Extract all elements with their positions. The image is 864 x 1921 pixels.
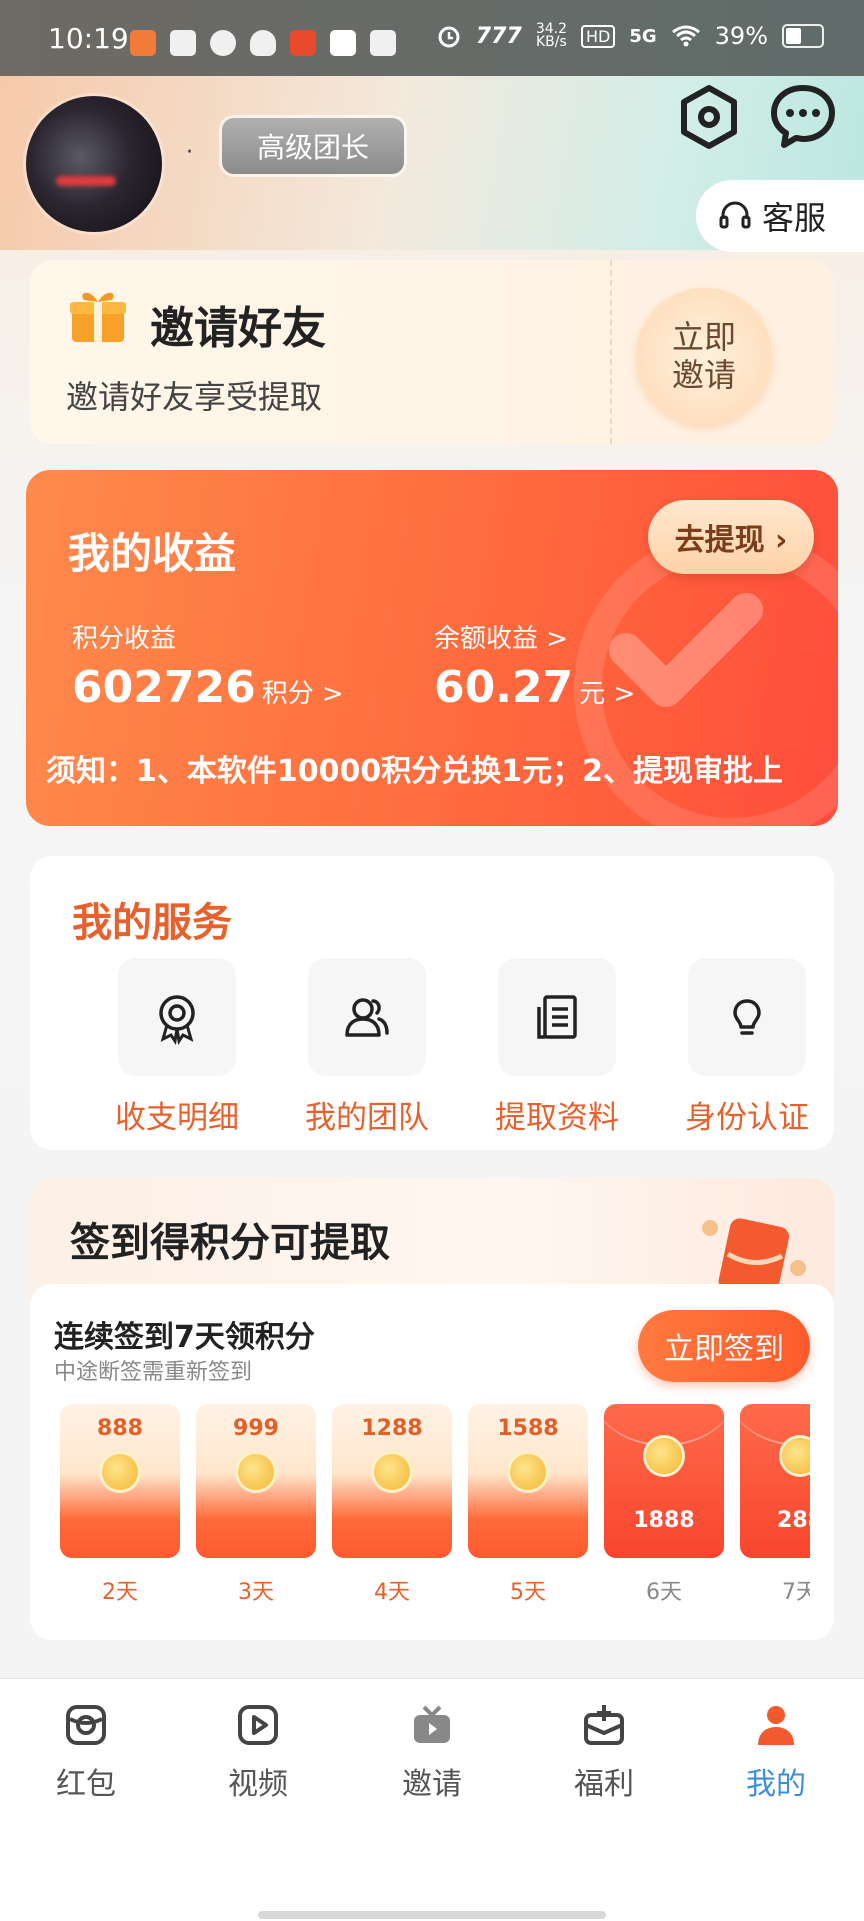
status-time: 10:19	[48, 22, 129, 55]
video-icon	[238, 1705, 278, 1745]
wechat-icon	[210, 30, 236, 56]
signin-day[interactable]: 999 3天	[196, 1404, 316, 1606]
checkmark-icon	[609, 593, 763, 707]
points-value-link[interactable]: 602726 积分 >	[72, 662, 344, 713]
headset-icon	[719, 201, 751, 229]
service-income-details[interactable]: 收支明细	[82, 958, 272, 1137]
signin-day[interactable]: 1888 6天	[604, 1404, 724, 1606]
balance-unit: 元 >	[579, 679, 636, 709]
shop-icon	[290, 30, 316, 56]
nav-video[interactable]: 视频	[198, 1701, 318, 1803]
signin-day[interactable]: 288 7天	[740, 1404, 810, 1606]
points-unit: 积分 >	[261, 679, 344, 709]
lightbulb-icon	[733, 999, 761, 1035]
gift-box-icon	[584, 1705, 624, 1745]
alarm-icon	[438, 26, 460, 48]
signin-now-button[interactable]: 立即签到	[638, 1310, 810, 1382]
nav-welfare[interactable]: 福利	[544, 1701, 664, 1803]
invite-card[interactable]: 邀请好友 邀请好友享受提取 立即 邀请	[30, 260, 834, 444]
nav-red-packet[interactable]: 红包	[26, 1701, 146, 1803]
battery-percent: 39%	[714, 22, 768, 50]
coin-icon	[782, 1438, 810, 1474]
earnings-card: 我的收益 去提现 › 积分收益 余额收益 > 602726 积分 > 60.27 元…	[26, 470, 838, 826]
customer-service-label: 客服	[762, 199, 827, 237]
coin-icon	[510, 1454, 546, 1490]
signin-days: 888 2天 999 3天 1288 4天 1588 5天 1888 6天 28…	[60, 1404, 810, 1614]
team-icon	[345, 998, 389, 1037]
balance-value: 60.27	[434, 662, 574, 713]
coin-icon	[646, 1438, 682, 1474]
carrier-icon: 777	[475, 23, 522, 49]
username: ·	[186, 140, 193, 165]
earnings-title: 我的收益	[68, 529, 237, 578]
signin-header-title: 签到得积分可提取	[70, 1220, 390, 1266]
gift-icon	[70, 292, 126, 342]
document-icon	[537, 995, 577, 1039]
earnings-notice: 须知：1、本软件10000积分兑换1元；2、提现审批上	[46, 754, 783, 789]
withdraw-button[interactable]: 去提现 ›	[648, 500, 814, 574]
invite-divider	[610, 260, 612, 444]
battery-icon	[782, 24, 824, 48]
hd-icon: HD	[580, 24, 616, 48]
signin-day[interactable]: 1288 4天	[332, 1404, 452, 1606]
qq-icon	[250, 30, 276, 56]
balance-label[interactable]: 余额收益 >	[434, 618, 568, 655]
medal-icon	[159, 995, 195, 1045]
points-value: 602726	[72, 662, 256, 713]
settings-icon[interactable]	[674, 82, 744, 152]
status-right: 777 34.2 KB/s HD 5G 39%	[436, 22, 824, 50]
coin-icon	[374, 1454, 410, 1490]
invite-now-button[interactable]: 立即 邀请	[636, 288, 772, 424]
tv-icon	[414, 1705, 450, 1743]
app-notification-icon	[130, 30, 156, 56]
nav-invite[interactable]: 邀请	[372, 1701, 492, 1803]
coin-icon	[238, 1454, 274, 1490]
net-speed: 34.2 KB/s	[535, 21, 567, 50]
service-my-team[interactable]: 我的团队	[272, 958, 462, 1137]
coin-icon	[102, 1454, 138, 1490]
signal-icon: 5G	[629, 25, 657, 47]
points-label: 积分收益	[72, 624, 177, 654]
level-badge: 高级团长	[222, 118, 404, 174]
service-extract-info[interactable]: 提取资料	[462, 958, 652, 1137]
signin-day[interactable]: 888 2天	[60, 1404, 180, 1606]
services-card: 我的服务 收支明细 我的团队 提取资料 身份认证	[30, 856, 834, 1150]
nav-mine[interactable]: 我的	[716, 1701, 836, 1803]
service-identity-verification[interactable]: 身份认证	[652, 958, 842, 1137]
notification-icons	[130, 30, 396, 56]
invite-title: 邀请好友	[150, 303, 326, 354]
red-packet-icon	[66, 1705, 106, 1745]
signin-card: 连续签到7天领积分 中途断签需重新签到 立即签到 888 2天 999 3天 1…	[30, 1284, 834, 1640]
signin-day[interactable]: 1588 5天	[468, 1404, 588, 1606]
status-bar: 10:19 777 34.2 KB/s HD 5G 39%	[0, 0, 864, 76]
invite-subtitle: 邀请好友享受提取	[66, 378, 323, 416]
home-indicator[interactable]	[258, 1911, 606, 1919]
message-notification-icon	[370, 30, 396, 56]
wifi-icon	[671, 25, 700, 47]
customer-service-button[interactable]: 客服	[696, 180, 864, 252]
bottom-nav: 红包 视频 邀请 福利 我的	[0, 1678, 864, 1921]
message-icon[interactable]	[768, 82, 838, 152]
services-title: 我的服务	[72, 900, 232, 946]
video-notification-icon	[170, 30, 196, 56]
signin-title: 连续签到7天领积分	[54, 1320, 315, 1355]
balance-value-link[interactable]: 60.27 元 >	[434, 662, 635, 713]
signin-subtitle: 中途断签需重新签到	[54, 1360, 253, 1385]
avatar[interactable]	[26, 96, 162, 232]
user-icon	[758, 1706, 794, 1745]
taobao-icon	[330, 30, 356, 56]
